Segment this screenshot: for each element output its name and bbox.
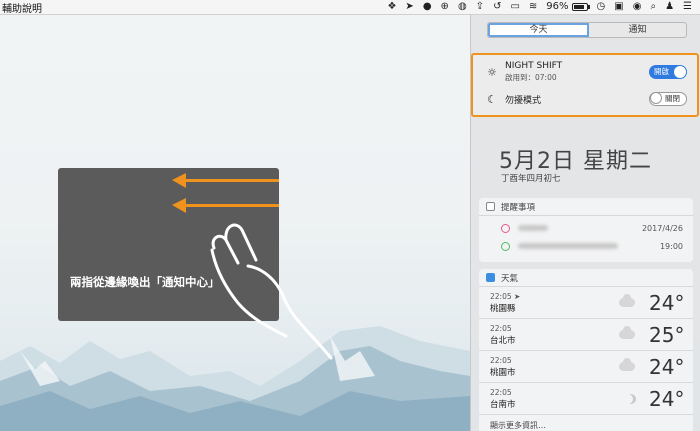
weather-row[interactable]: 22:05 台北市 25°	[479, 319, 693, 351]
lunar-date: 丁酉年四月初七	[501, 174, 561, 184]
quick-toggles: ☼ NIGHT SHIFT 啟用到：07:00 開啟 ☾ 勿擾模式 關閉	[471, 53, 699, 117]
night-shift-toggle[interactable]: 開啟	[649, 65, 687, 79]
reminders-icon	[486, 202, 495, 211]
weather-icon	[486, 273, 495, 282]
do-not-disturb-title: 勿擾模式	[505, 95, 542, 106]
weather-time: 22:05 ➤	[490, 291, 521, 301]
reminder-checkbox[interactable]	[501, 223, 510, 233]
globe-icon[interactable]: ⊕	[441, 1, 449, 13]
upload-icon[interactable]: ⇪	[476, 1, 484, 13]
dropbox-icon[interactable]: ❖	[387, 1, 396, 13]
weather-widget: 天氣 22:05 ➤ 桃園縣 24° 22:05 台北市 25° 22:05 桃…	[479, 269, 693, 431]
weather-row[interactable]: 22:05 ➤ 桃園縣 24°	[479, 287, 693, 319]
two-finger-hand-icon	[210, 223, 333, 360]
battery-indicator[interactable]: 96%	[546, 1, 590, 13]
notification-center-icon[interactable]: ☰	[683, 1, 692, 13]
cloud-icon	[619, 358, 635, 371]
weather-temp: 24°	[649, 354, 685, 379]
line-icon[interactable]: ●	[423, 1, 432, 13]
reminders-title: 提醒事項	[501, 202, 536, 213]
location-icon[interactable]: ➤	[405, 1, 413, 13]
toggle-knob	[650, 92, 662, 104]
weather-city: 台北市	[490, 335, 516, 346]
show-more-link[interactable]: 顯示更多資訊…	[479, 415, 693, 431]
moon-icon: ☾	[487, 92, 497, 106]
menubar: 輔助說明 ❖ ➤ ● ⊕ ◍ ⇪ ↺ ▭ ≋ 96% ◷ ▣ ◉ ⌕ ♟ ☰	[0, 0, 700, 15]
time-machine-icon[interactable]: ↺	[493, 1, 501, 13]
reminders-header: 提醒事項	[479, 198, 693, 216]
list-item[interactable]: 19:00	[479, 237, 693, 255]
reminder-text-redacted	[518, 225, 548, 231]
clock-icon[interactable]: ◷	[597, 1, 606, 13]
tab-notifications[interactable]: 通知	[589, 23, 686, 37]
airplay-icon[interactable]: ▭	[510, 1, 519, 13]
wechat-icon[interactable]: ◍	[458, 1, 467, 13]
weather-temp: 24°	[649, 386, 685, 411]
weather-row[interactable]: 22:05 台南市 24°	[479, 383, 693, 415]
weather-city: 桃園縣	[490, 303, 516, 314]
sun-icon: ☼	[487, 65, 497, 79]
weather-time: 22:05	[490, 323, 512, 333]
weather-temp: 25°	[649, 322, 685, 347]
cloud-icon	[619, 294, 635, 307]
swipe-arrow-icon	[172, 173, 279, 188]
location-arrow-icon: ➤	[514, 291, 521, 301]
battery-icon	[571, 3, 590, 11]
menu-item-help[interactable]: 輔助說明	[0, 0, 42, 15]
input-method-icon[interactable]: ▣	[614, 1, 623, 13]
reminder-date: 2017/4/26	[641, 223, 683, 233]
toggle-label: 關閉	[665, 94, 680, 103]
weather-city: 桃園市	[490, 367, 516, 378]
weather-header: 天氣	[479, 269, 693, 287]
weather-time: 22:05	[490, 355, 512, 365]
tutorial-caption: 兩指從邊緣喚出「通知中心」	[70, 275, 220, 289]
user-icon[interactable]: ♟	[665, 1, 674, 13]
do-not-disturb-toggle[interactable]: 關閉	[649, 92, 687, 106]
siri-icon[interactable]: ◉	[633, 1, 642, 13]
wifi-icon[interactable]: ≋	[529, 1, 537, 13]
reminder-checkbox[interactable]	[501, 241, 510, 251]
menubar-tray: ❖ ➤ ● ⊕ ◍ ⇪ ↺ ▭ ≋ 96% ◷ ▣ ◉ ⌕ ♟ ☰	[387, 1, 700, 13]
moon-icon	[623, 394, 633, 404]
notification-center: 今天 通知 ☼ NIGHT SHIFT 啟用到：07:00 開啟 ☾ 勿擾模式 …	[470, 15, 700, 431]
weather-temp: 24°	[649, 290, 685, 315]
battery-percent: 96%	[546, 1, 569, 12]
swipe-arrow-icon	[172, 198, 279, 213]
do-not-disturb-row: ☾ 勿擾模式 關閉	[485, 92, 687, 106]
notification-center-tabs: 今天 通知	[487, 22, 687, 38]
night-shift-title: NIGHT SHIFT	[505, 61, 563, 71]
reminder-time: 19:00	[659, 241, 683, 251]
toggle-label: 開啟	[654, 67, 669, 76]
night-shift-subtitle: 啟用到：07:00	[505, 73, 557, 82]
tab-today[interactable]: 今天	[488, 23, 589, 37]
reminder-text-redacted	[518, 243, 618, 249]
list-item[interactable]: 2017/4/26	[479, 219, 693, 237]
cloud-icon	[619, 326, 635, 339]
weather-title: 天氣	[501, 273, 519, 284]
reminders-widget: 提醒事項 2017/4/26 19:00	[479, 198, 693, 262]
weather-row[interactable]: 22:05 桃園市 24°	[479, 351, 693, 383]
weather-city: 台南市	[490, 399, 516, 410]
spotlight-icon[interactable]: ⌕	[650, 1, 656, 13]
night-shift-row: ☼ NIGHT SHIFT 啟用到：07:00 開啟	[485, 61, 687, 83]
weather-time: 22:05	[490, 387, 512, 397]
today-date: 5月2日 星期二	[499, 149, 652, 174]
toggle-knob	[674, 66, 686, 78]
